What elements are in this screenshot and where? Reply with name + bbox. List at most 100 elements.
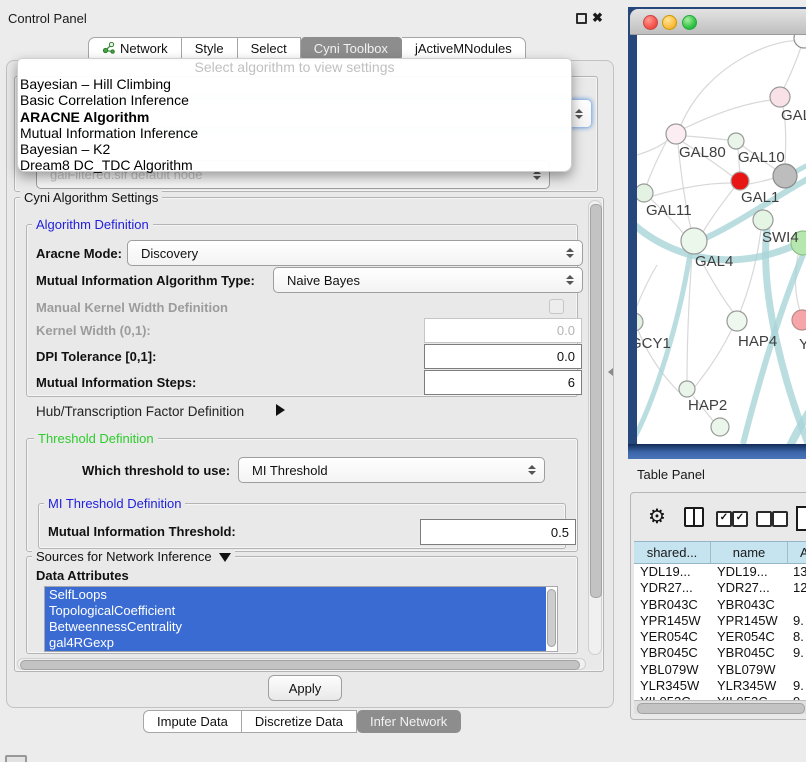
table-body: YDL19...YDL19...13YDR27...YDR27...12YBR0… [634,564,806,700]
network-node[interactable] [731,172,749,190]
network-edge[interactable] [686,136,728,140]
network-edge[interactable] [740,230,761,312]
which-threshold-combo[interactable]: MI Threshold [238,457,545,483]
table-row[interactable]: YPR145WYPR145W9. [634,613,806,629]
dropdown-item[interactable]: Basic Correlation Inference [18,92,571,108]
network-edge[interactable] [647,138,668,184]
table-row[interactable]: YBL079WYBL079W [634,662,806,678]
network-window-titlebar[interactable] [630,9,806,35]
close-traffic-light-icon[interactable] [643,15,658,30]
table-panel-title: Table Panel [637,467,705,482]
data-attribute-item[interactable]: TopologicalCoefficient [45,603,546,619]
data-attribute-item[interactable]: BetweennessCentrality [45,619,546,635]
tab-impute-data[interactable]: Impute Data [143,710,242,733]
gear-icon[interactable]: ⚙ [648,507,666,527]
column-header[interactable]: shared... [634,542,711,563]
dpi-tolerance-field[interactable]: 0.0 [424,344,582,369]
scrollbar-thumb[interactable] [590,204,602,598]
network-edge[interactable] [637,265,657,313]
aracne-mode-combo[interactable]: Discovery [127,240,583,266]
scrollbar-thumb[interactable] [637,703,805,714]
network-node[interactable] [753,210,773,230]
table-row[interactable]: YDR27...YDR27...12 [634,580,806,596]
table-cell: YLR345W [711,678,788,694]
sources-collapse-icon[interactable] [219,553,231,562]
network-node[interactable] [727,311,747,331]
list-scrollbar-thumb[interactable] [547,589,556,647]
mi-threshold-field[interactable]: 0.5 [420,519,576,545]
dropdown-item[interactable]: Mutual Information Inference [18,125,571,141]
network-edge-highlighted[interactable] [777,403,806,444]
dropdown-item[interactable]: Dream8 DC_TDC Algorithm [18,157,571,173]
data-attributes-items: SelfLoopsTopologicalCoefficientBetweenne… [45,587,546,652]
dropdown-items: Bayesian – Hill ClimbingBasic Correlatio… [18,76,571,174]
network-canvas[interactable]: GALGAL80GAL10GAL1GAL11SWI4GAL4GCY1HAP4YH… [637,35,806,444]
scrollbar-thumb[interactable] [20,660,580,670]
hub-expand-icon[interactable] [276,404,285,416]
manual-kernel-checkbox[interactable] [549,299,564,314]
kernel-width-field[interactable]: 0.0 [424,318,582,343]
split-columns-icon[interactable] [684,507,704,527]
network-edge[interactable] [693,329,732,389]
network-node[interactable] [711,418,729,436]
tab-select[interactable]: Select [238,37,301,60]
network-edge-highlighted[interactable] [795,161,806,172]
table-row[interactable]: YBR043CYBR043C [634,597,806,613]
dropdown-placeholder: Select algorithm to view settings [18,59,571,76]
table-row[interactable]: YLR345WYLR345W9. [634,678,806,694]
mi-type-combo[interactable]: Naive Bayes [273,267,583,293]
algorithm-dropdown-list: Select algorithm to view settings Bayesi… [17,58,572,172]
minimized-panel-icon[interactable] [5,755,27,762]
zoom-traffic-light-icon[interactable] [682,15,697,30]
mi-steps-field[interactable]: 6 [424,370,582,395]
checked-checkbox-icon[interactable]: ✓ [716,511,732,527]
tab-cyni-toolbox[interactable]: Cyni Toolbox [301,37,402,60]
network-node[interactable] [728,133,744,149]
table-cell: YLR345W [634,678,711,694]
unchecked-checkbox-icon[interactable] [756,511,772,527]
new-table-icon[interactable] [796,506,806,531]
settings-vertical-scrollbar[interactable] [588,200,602,655]
data-attribute-item[interactable]: SelfLoops [45,587,546,603]
column-header[interactable]: A [788,542,806,563]
data-attributes-list[interactable]: SelfLoopsTopologicalCoefficientBetweenne… [44,586,558,652]
unchecked-checkbox-icon[interactable] [772,511,788,527]
network-edge[interactable] [784,47,801,88]
network-node[interactable] [637,313,643,331]
node-label: Y [799,336,806,353]
tab-style[interactable]: Style [182,37,238,60]
float-window-icon[interactable] [576,13,587,24]
network-node[interactable] [770,87,790,107]
network-edge[interactable] [749,178,774,184]
apply-button[interactable]: Apply [268,675,342,701]
network-node[interactable] [792,310,806,330]
dropdown-item[interactable]: ARACNE Algorithm [18,109,571,125]
network-edge[interactable] [653,183,731,196]
minimize-traffic-light-icon[interactable] [662,15,677,30]
tab-infer-network[interactable]: Infer Network [357,710,461,733]
combo-arrows-icon [575,109,583,119]
network-node[interactable] [794,35,806,48]
network-node[interactable] [681,228,707,254]
split-divider-icon[interactable] [608,368,613,376]
sources-group-title: Sources for Network Inference [32,549,235,564]
dropdown-item[interactable]: Bayesian – Hill Climbing [18,76,571,92]
tab-discretize-data[interactable]: Discretize Data [242,710,357,733]
dropdown-item[interactable]: Bayesian – K2 [18,141,571,157]
data-attribute-item[interactable]: gal4RGexp [45,635,546,652]
table-row[interactable]: YDL19...YDL19...13 [634,564,806,580]
tab-network[interactable]: Network [88,37,182,60]
table-row[interactable]: YER054CYER054C8. [634,629,806,645]
close-icon[interactable]: ✖ [592,11,603,24]
network-edge[interactable] [683,100,771,129]
column-header[interactable]: name [711,542,788,563]
table-horizontal-scrollbar[interactable] [634,700,806,714]
table-row[interactable]: YBR045CYBR045C9. [634,645,806,661]
network-node[interactable] [773,164,797,188]
network-node[interactable] [666,124,686,144]
network-node[interactable] [637,184,653,202]
checked-checkbox-icon[interactable]: ✓ [732,511,748,527]
network-node[interactable] [679,381,695,397]
tab-jactivemnodules[interactable]: jActiveMNodules [402,37,526,60]
settings-horizontal-scrollbar[interactable] [17,658,586,670]
